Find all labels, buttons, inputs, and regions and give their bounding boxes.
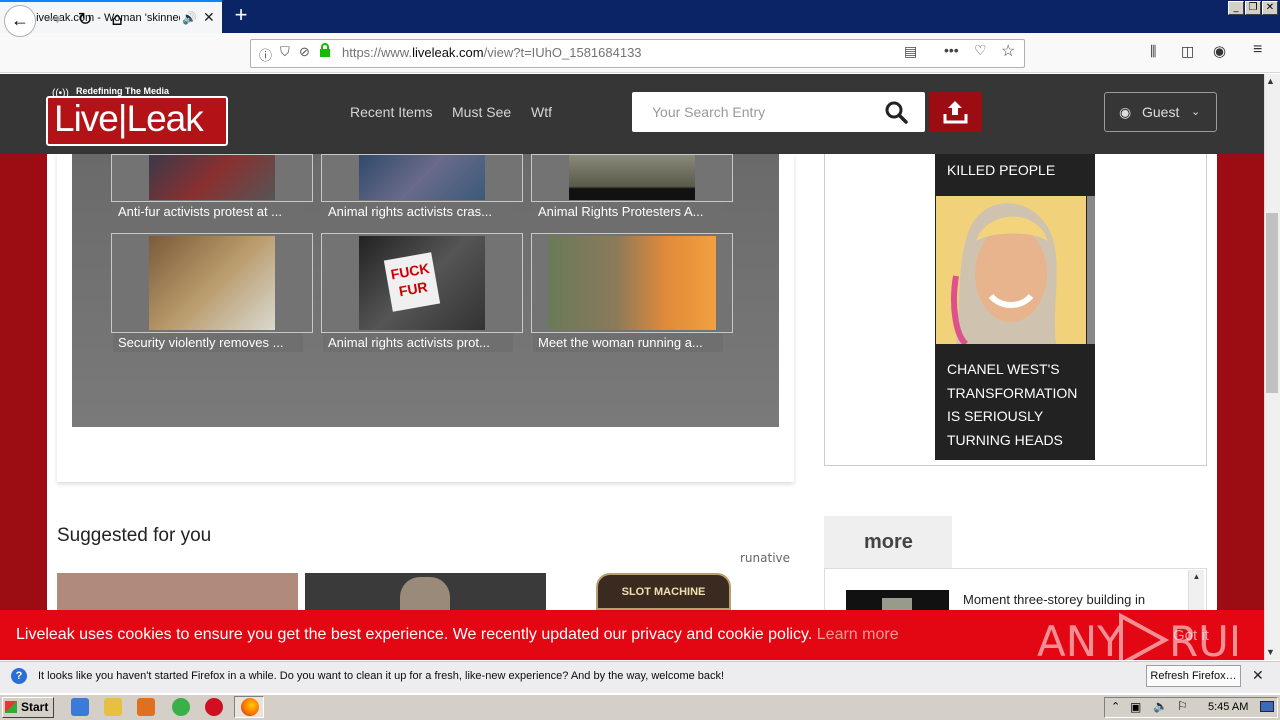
learn-more-link[interactable]: Learn more <box>817 626 899 643</box>
liveleak-logo[interactable]: ((•)) Redefining The Media Live|Leak <box>46 86 228 146</box>
nav-recent-items[interactable]: Recent Items <box>350 104 432 120</box>
forward-arrow-icon[interactable]: → <box>42 8 66 32</box>
network-icon[interactable]: ▣ <box>1130 700 1141 714</box>
cookie-text: Liveleak uses cookies to ensure you get … <box>16 626 899 643</box>
related-video-thumb[interactable] <box>111 233 313 333</box>
chrome-icon[interactable] <box>172 698 190 716</box>
suggested-heading: Suggested for you <box>57 525 212 546</box>
firefox-taskbar-button[interactable] <box>234 696 264 718</box>
notification-text: It looks like you haven't started Firefo… <box>38 670 725 682</box>
nav-wtf[interactable]: Wtf <box>531 104 552 120</box>
flag-icon[interactable]: ⚐ <box>1177 699 1188 713</box>
volume-icon[interactable]: 🔈 <box>1153 699 1168 713</box>
opera-icon[interactable] <box>205 698 223 716</box>
related-video-thumb[interactable] <box>111 154 313 202</box>
more-tab-label: more <box>864 531 913 553</box>
related-video-caption[interactable]: Animal Rights Protesters A... <box>533 202 723 221</box>
media-player-icon[interactable] <box>137 698 155 716</box>
clock: 5:45 AM <box>1208 701 1249 713</box>
more-list-scrollbar[interactable]: ▲ <box>1188 570 1204 610</box>
ad-photo-edge <box>1087 196 1095 344</box>
logo-text: Live|Leak <box>54 98 204 139</box>
refresh-firefox-button[interactable]: Refresh Firefox… <box>1146 665 1241 687</box>
notification-close-icon[interactable]: ✕ <box>1252 667 1264 684</box>
scroll-up-icon[interactable]: ▲ <box>1266 76 1275 86</box>
upload-button[interactable] <box>929 92 982 132</box>
reload-icon[interactable]: ↻ <box>73 8 97 32</box>
more-actions-icon[interactable]: ••• <box>944 42 959 58</box>
related-video-thumb[interactable] <box>321 154 523 202</box>
taskbar <box>0 694 1280 720</box>
ie-icon[interactable] <box>71 698 89 716</box>
pocket-icon[interactable]: ♡ <box>974 42 987 59</box>
info-icon[interactable]: ⓘ <box>259 45 272 64</box>
search-icon[interactable] <box>884 100 908 124</box>
suggested-item-image[interactable] <box>57 573 298 610</box>
firefox-icon <box>241 698 259 716</box>
reader-view-icon[interactable]: ▤ <box>904 43 917 60</box>
upload-icon <box>943 101 968 124</box>
related-video-caption[interactable]: Security violently removes ... <box>113 333 303 352</box>
news-item-title[interactable]: Moment three-storey building in <box>963 592 1145 607</box>
ad-top-text[interactable]: KILLED PEOPLE <box>947 162 1055 178</box>
help-icon: ? <box>11 668 27 684</box>
suggested-item-image[interactable] <box>305 573 546 610</box>
speaker-icon[interactable]: 🔊 <box>182 11 197 25</box>
new-tab-icon[interactable]: + <box>230 4 252 28</box>
close-window-icon[interactable]: ✕ <box>1262 1 1278 15</box>
account-icon[interactable]: ◉ <box>1213 42 1226 60</box>
scroll-down-icon[interactable]: ▼ <box>1266 647 1275 657</box>
autoplay-blocked-icon[interactable]: ⊘ <box>299 44 310 60</box>
menu-icon[interactable]: ≡ <box>1253 41 1262 59</box>
user-icon: ◉ <box>1119 104 1132 120</box>
folder-icon[interactable] <box>104 698 122 716</box>
windows-logo-icon <box>5 701 17 713</box>
sidebar-icon[interactable]: ◫ <box>1181 43 1194 60</box>
related-video-caption[interactable]: Animal rights activists cras... <box>323 202 513 221</box>
search-placeholder: Your Search Entry <box>652 104 766 120</box>
show-desktop-icon[interactable] <box>1260 701 1274 712</box>
chevron-down-icon: ⌄ <box>1191 106 1201 118</box>
tracking-shield-icon[interactable]: ⛉ <box>280 44 290 60</box>
library-icon[interactable]: ⫼ <box>1150 43 1156 60</box>
back-arrow-icon[interactable]: ← <box>4 5 36 37</box>
restore-window-icon[interactable]: ❐ <box>1245 1 1261 15</box>
svg-text:ANY: ANY <box>1037 617 1123 666</box>
ad-caption[interactable]: CHANEL WEST'S TRANSFORMATION IS SERIOUSL… <box>947 358 1087 452</box>
slot-label: SLOT MACHINE <box>621 586 706 598</box>
anyrun-watermark: ANY RUN <box>1037 608 1260 668</box>
related-video-thumb[interactable]: FUCK FUR <box>321 233 523 333</box>
logo-tagline: Redefining The Media <box>76 86 170 96</box>
protest-sign: FUCK FUR <box>383 252 441 312</box>
runative-logo[interactable]: runative <box>740 551 790 565</box>
lock-icon <box>319 43 331 57</box>
guest-label: Guest <box>1142 104 1180 120</box>
bookmark-star-icon[interactable]: ☆ <box>1001 41 1015 61</box>
url-text: https://www.liveleak.com/view?t=IUhO_158… <box>342 45 642 60</box>
related-video-thumb[interactable] <box>531 154 733 202</box>
related-video-thumb[interactable] <box>531 233 733 333</box>
tab-close-icon[interactable]: ✕ <box>203 9 215 26</box>
home-icon[interactable]: ⌂ <box>105 8 129 32</box>
tray-expand-icon[interactable]: ⌃ <box>1111 700 1120 713</box>
suggested-item-image[interactable]: SLOT MACHINE <box>596 573 731 610</box>
related-video-caption[interactable]: Animal rights activists prot... <box>323 333 513 352</box>
ad-photo[interactable] <box>936 196 1086 344</box>
minimize-window-icon[interactable]: _ <box>1228 1 1244 15</box>
related-video-caption[interactable]: Meet the woman running a... <box>533 333 723 352</box>
nav-must-see[interactable]: Must See <box>452 104 511 120</box>
related-video-caption[interactable]: Anti-fur activists protest at ... <box>113 202 303 221</box>
scrollbar-thumb[interactable] <box>1266 213 1278 393</box>
svg-text:RUN: RUN <box>1169 617 1237 666</box>
